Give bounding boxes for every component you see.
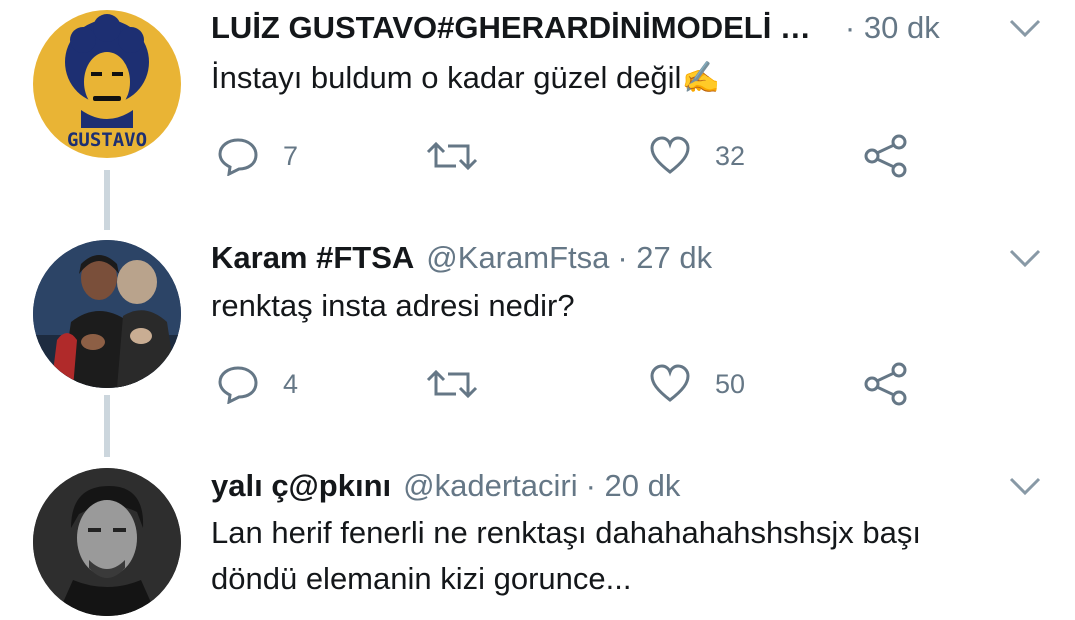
like-count: 32 bbox=[715, 140, 746, 171]
like-button[interactable]: 50 bbox=[649, 364, 745, 404]
share-icon bbox=[864, 134, 907, 178]
reply-icon bbox=[218, 138, 258, 176]
avatar[interactable] bbox=[33, 468, 181, 616]
heart-icon bbox=[650, 364, 690, 402]
display-name[interactable]: LUİZ GUSTAVO#GHERARDİNİMODELİ … bbox=[211, 10, 811, 46]
handle[interactable]: @kadertaciri bbox=[403, 468, 577, 504]
handle[interactable]: @KaramFtsa bbox=[426, 240, 609, 276]
display-name[interactable]: Karam #FTSA bbox=[211, 240, 414, 276]
avatar[interactable]: GUSTAVO bbox=[33, 10, 181, 158]
like-button[interactable]: 32 bbox=[649, 136, 745, 176]
tweet-header: LUİZ GUSTAVO#GHERARDİNİMODELİ … · 30 dk bbox=[211, 10, 940, 46]
share-icon bbox=[864, 362, 907, 406]
avatar-logo-text: GUSTAVO bbox=[67, 129, 147, 151]
retweet-button[interactable] bbox=[426, 136, 478, 176]
like-count: 50 bbox=[715, 368, 746, 399]
tweet-3[interactable]: yalı ç@pkını @kadertaciri · 20 dk Lan he… bbox=[0, 458, 1075, 620]
avatar[interactable] bbox=[33, 240, 181, 388]
share-button[interactable] bbox=[863, 134, 909, 178]
tweet-header: Karam #FTSA @KaramFtsa · 27 dk bbox=[211, 240, 712, 276]
tweet-text: renktaş insta adresi nedir? bbox=[211, 288, 575, 323]
avatar-image bbox=[33, 468, 181, 616]
retweet-button[interactable] bbox=[426, 364, 478, 404]
reply-button[interactable]: 4 bbox=[217, 364, 298, 404]
reply-count: 7 bbox=[283, 140, 299, 171]
reply-icon bbox=[218, 366, 258, 404]
heart-icon bbox=[650, 136, 690, 174]
reply-count: 4 bbox=[283, 368, 299, 399]
avatar-image bbox=[33, 240, 181, 388]
timestamp[interactable]: · 27 dk bbox=[617, 240, 712, 276]
timestamp[interactable]: · 30 dk bbox=[845, 10, 940, 46]
retweet-icon bbox=[426, 369, 478, 399]
chevron-down-icon[interactable] bbox=[1008, 18, 1042, 38]
tweet-1[interactable]: GUSTAVO LUİZ GUSTAVO#GHERARDİNİMODELİ … … bbox=[0, 0, 1075, 200]
reply-button[interactable]: 7 bbox=[217, 136, 298, 176]
timestamp[interactable]: · 20 dk bbox=[586, 468, 681, 504]
retweet-icon bbox=[426, 141, 478, 171]
chevron-down-icon[interactable] bbox=[1008, 248, 1042, 268]
display-name[interactable]: yalı ç@pkını bbox=[211, 468, 391, 504]
tweet-header: yalı ç@pkını @kadertaciri · 20 dk bbox=[211, 468, 680, 504]
share-button[interactable] bbox=[863, 362, 909, 406]
tweet-text: Lan herif fenerli ne renktaşı dahahahahs… bbox=[211, 515, 922, 596]
tweet-2[interactable]: Karam #FTSA @KaramFtsa · 27 dk renktaş i… bbox=[0, 230, 1075, 430]
avatar-image: GUSTAVO bbox=[65, 14, 149, 151]
tweet-text: İnstayı buldum o kadar güzel değil✍ bbox=[211, 60, 721, 95]
chevron-down-icon[interactable] bbox=[1008, 476, 1042, 496]
